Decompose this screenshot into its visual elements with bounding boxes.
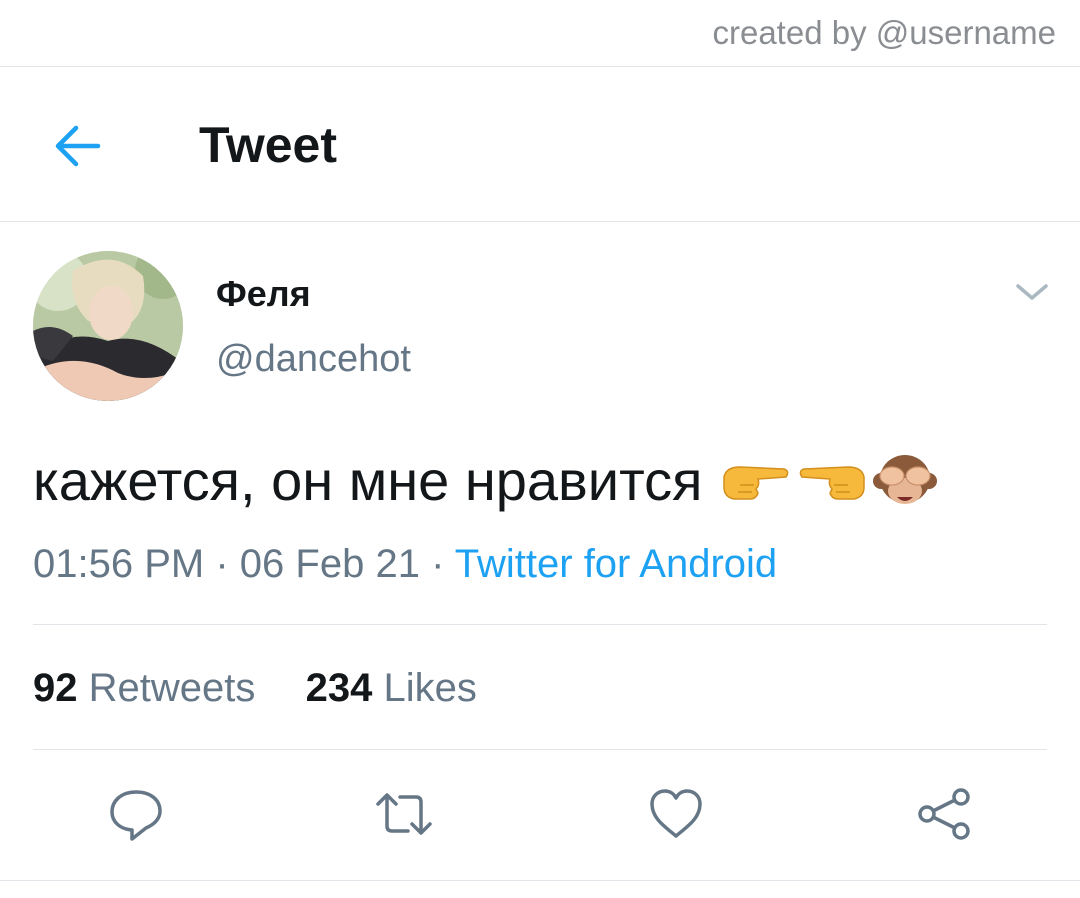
like-button[interactable] [646,784,706,844]
retweets-label: Retweets [88,666,256,710]
divider [0,880,1080,881]
reply-icon [110,790,162,841]
author-display-name[interactable]: Феля [216,273,311,315]
profile-photo [33,251,183,401]
divider [0,66,1080,67]
retweets-count: 92 [33,666,78,710]
tweet-text: кажется, он мне нравится [33,449,703,512]
reply-button[interactable] [106,784,166,844]
chevron-down-icon [1016,284,1048,300]
divider [33,624,1047,625]
page-title: Tweet [199,117,337,173]
author-handle[interactable]: @dancehot [216,338,411,381]
pointing-right-emoji [723,465,789,500]
retweet-icon [376,793,432,835]
divider [33,749,1047,750]
likes-stat[interactable]: 234 Likes [306,666,477,710]
tweet-date: 06 Feb 21 [239,542,420,586]
retweets-stat[interactable]: 92 Retweets [33,666,267,710]
like-icon [650,789,702,838]
avatar[interactable] [33,251,183,401]
tweet-time: 01:56 PM [33,542,205,586]
tweet-screen: created by @username Tweet Феля @danceho… [0,0,1080,898]
pointing-left-emoji [800,465,866,500]
tweet-metadata: 01:56 PM · 06 Feb 21 · Twitter for Andro… [33,542,777,587]
see-no-evil-monkey-emoji [873,454,938,504]
watermark-text: created by @username [712,14,1056,51]
back-button[interactable] [48,120,104,172]
tweet-menu-button[interactable] [1010,276,1054,308]
tweet-text-row: кажется, он мне нравится [33,448,938,513]
meta-separator: · [215,542,229,586]
share-icon [918,788,970,840]
share-button[interactable] [914,784,974,844]
likes-count: 234 [305,666,373,710]
meta-separator: · [431,542,445,586]
tweet-stats: 92 Retweets 234 Likes [33,666,477,711]
arrow-left-icon [55,125,101,167]
divider [0,221,1080,222]
tweet-emojis [720,451,938,511]
retweet-button[interactable] [374,784,434,844]
tweet-source-link[interactable]: Twitter for Android [455,542,777,586]
likes-label: Likes [383,666,477,710]
